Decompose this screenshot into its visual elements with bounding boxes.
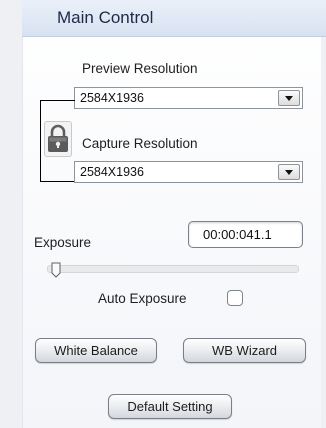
preview-resolution-select[interactable]: 2584X1936 — [74, 87, 303, 109]
exposure-slider-track[interactable] — [47, 265, 299, 273]
exposure-label: Exposure — [34, 235, 92, 250]
auto-exposure-checkbox[interactable] — [227, 290, 243, 306]
capture-resolution-value: 2584X1936 — [80, 165, 144, 179]
chevron-down-icon[interactable] — [278, 90, 300, 106]
panel-title: Main Control — [57, 8, 154, 27]
capture-resolution-select[interactable]: 2584X1936 — [74, 161, 303, 183]
default-setting-button[interactable]: Default Setting — [108, 394, 232, 419]
auto-exposure-label: Auto Exposure — [98, 291, 187, 306]
panel-header[interactable]: Main Control — [22, 0, 326, 37]
preview-resolution-value: 2584X1936 — [80, 91, 144, 105]
white-balance-button[interactable]: White Balance — [35, 338, 157, 363]
exposure-time-value: 00:00:041.1 — [203, 227, 272, 242]
capture-resolution-label: Capture Resolution — [82, 136, 198, 151]
lock-icon[interactable] — [44, 121, 72, 157]
preview-resolution-label: Preview Resolution — [82, 61, 198, 76]
chevron-down-icon[interactable] — [278, 164, 300, 180]
exposure-slider-thumb[interactable] — [51, 262, 61, 278]
wb-wizard-button[interactable]: WB Wizard — [183, 338, 306, 363]
exposure-time-field[interactable]: 00:00:041.1 — [188, 221, 303, 248]
